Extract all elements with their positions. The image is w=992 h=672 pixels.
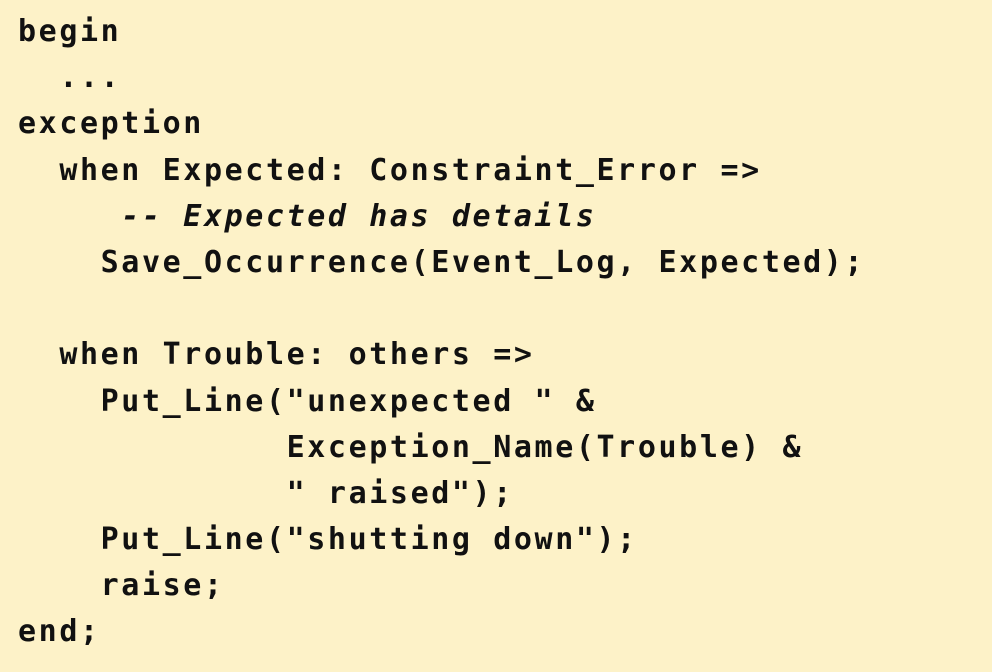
code-line-ellipsis: ... [18,60,122,96]
code-line-exception: exception [18,106,204,142]
code-line-when-trouble: when Trouble: others => [18,337,535,373]
code-line-begin: begin [18,14,122,49]
code-listing: begin ... exception when Expected: Const… [0,0,992,672]
code-line-save-occurrence: Save_Occurrence(Event_Log, Expected); [18,244,866,280]
code-line-raised: " raised"); [18,475,514,511]
code-line-exception-name: Exception_Name(Trouble) & [18,429,804,465]
code-line-end: end; [18,614,101,650]
code-line-raise: raise; [18,568,225,604]
code-line-put-line-unexpected: Put_Line("unexpected " & [18,383,597,419]
code-line-put-line-shutting-down: Put_Line("shutting down"); [18,522,638,558]
code-line-comment: -- Expected has details [18,198,597,234]
code-line-when-expected: when Expected: Constraint_Error => [18,152,762,188]
